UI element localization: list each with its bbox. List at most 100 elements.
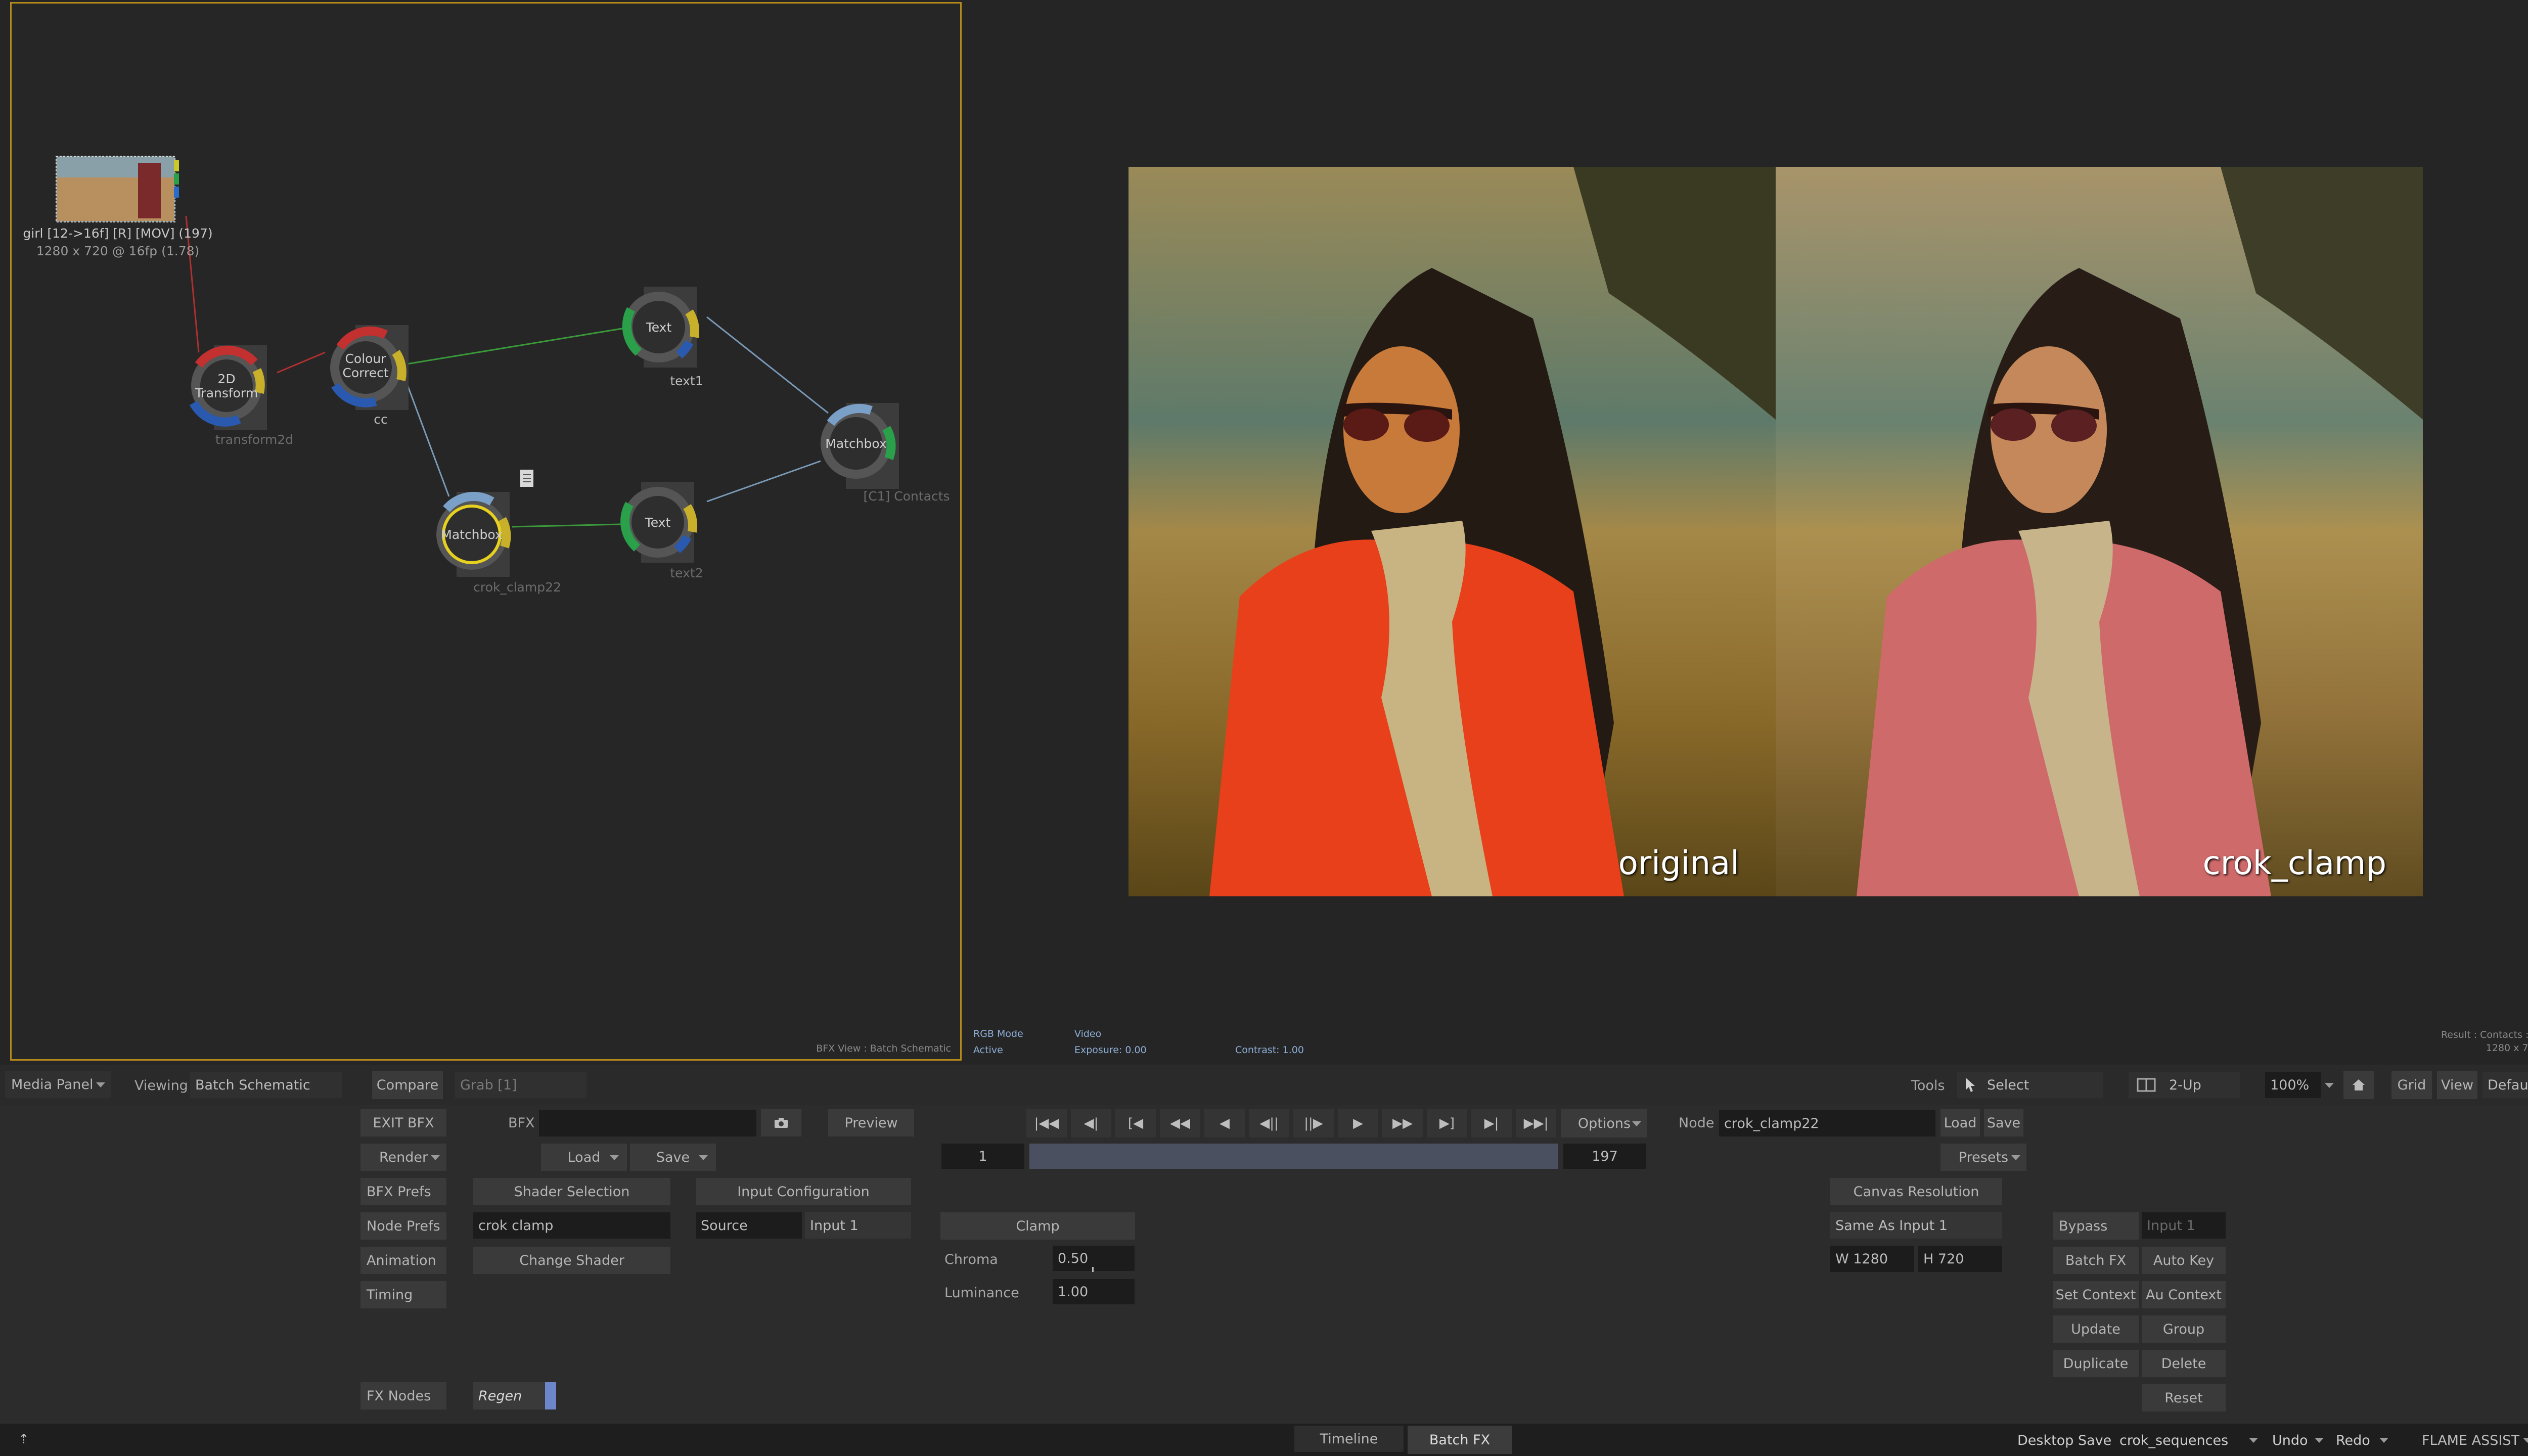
text2-node-name: text2 (670, 566, 703, 580)
step-back-icon[interactable]: ◀ (1204, 1109, 1245, 1138)
prev-key-icon[interactable]: ◀| (1071, 1109, 1111, 1138)
input1-field[interactable]: Input 1 (805, 1212, 911, 1239)
bfx-label: BFX (508, 1115, 535, 1131)
input-configuration-button[interactable]: Input Configuration (696, 1178, 911, 1205)
frame-start-field[interactable]: 1 (941, 1144, 1024, 1169)
undo-chevron-icon[interactable] (2315, 1438, 2324, 1443)
viewing-field[interactable]: Batch Schematic (190, 1072, 342, 1098)
next-key-icon[interactable]: ▶| (1471, 1109, 1512, 1138)
node-name-field[interactable]: crok_clamp22 (1719, 1110, 1935, 1136)
bottom-save-button[interactable]: Save (2078, 1433, 2111, 1448)
reset-button[interactable]: Reset (2142, 1384, 2226, 1412)
redo-chevron-icon[interactable] (2379, 1438, 2388, 1443)
media-panel-dropdown[interactable]: Media Panel (5, 1071, 111, 1098)
play-reverse-icon[interactable]: ◀|| (1249, 1109, 1289, 1138)
load-chevron-icon[interactable] (610, 1155, 619, 1160)
expand-arrow-icon[interactable]: ⇡ (18, 1432, 29, 1447)
same-as-input-field[interactable]: Same As Input 1 (1830, 1212, 2002, 1239)
shader-selection-button[interactable]: Shader Selection (473, 1178, 670, 1205)
pause-icon[interactable]: ||▶ (1293, 1109, 1334, 1138)
preview-button[interactable]: Preview (828, 1109, 914, 1136)
bfx-prefs-button[interactable]: BFX Prefs (360, 1178, 446, 1205)
exit-bfx-button[interactable]: EXIT BFX (360, 1109, 446, 1136)
prev-frame-key-icon[interactable]: ◀◀ (1160, 1109, 1200, 1138)
snapshot-button[interactable] (761, 1109, 801, 1136)
text1-label: Text (646, 320, 672, 335)
zoom-chevron-icon[interactable] (2325, 1083, 2334, 1088)
result-info: Result : Contacts : Context 1 (2441, 1029, 2528, 1040)
compare-button[interactable]: Compare (372, 1071, 443, 1099)
zoom-field[interactable]: 100% (2265, 1072, 2321, 1098)
au-context-button[interactable]: Au Context (2142, 1281, 2226, 1308)
timing-button[interactable]: Timing (360, 1281, 446, 1308)
set-context-button[interactable]: Set Context (2053, 1281, 2139, 1308)
contrast-status: Contrast: 1.00 (1235, 1044, 1304, 1056)
desktop-button[interactable]: Desktop (2017, 1433, 2073, 1448)
regen-indicator (545, 1382, 556, 1409)
animation-button[interactable]: Animation (360, 1247, 446, 1274)
batch-controls-panel: EXIT BFX Render BFX Prefs Node Prefs Ani… (0, 1105, 2528, 1424)
clip-thumbnail[interactable] (56, 156, 179, 222)
frame-end-field[interactable]: 197 (1563, 1144, 1646, 1169)
chroma-field[interactable]: 0.50 (1053, 1246, 1135, 1271)
timeline-scrubber[interactable] (1029, 1144, 1558, 1169)
regen-button[interactable]: Regen (473, 1382, 549, 1409)
bfx-field[interactable] (539, 1110, 756, 1136)
clamp-section-header: Clamp (940, 1212, 1135, 1240)
go-to-end-icon[interactable]: ▶▶| (1516, 1109, 1556, 1138)
play-icon[interactable]: ▶ (1338, 1109, 1378, 1138)
delete-button[interactable]: Delete (2142, 1350, 2226, 1377)
sequences-chevron-icon[interactable] (2249, 1438, 2258, 1443)
duplicate-button[interactable]: Duplicate (2053, 1350, 2139, 1377)
image-viewer[interactable]: original crok_clamp RGB Mode Active Vide… (963, 0, 2528, 1061)
node-load-button[interactable]: Load (1940, 1109, 1980, 1136)
height-field[interactable]: H 720 (1918, 1246, 2002, 1272)
shader-field[interactable]: crok clamp (473, 1212, 670, 1239)
update-button[interactable]: Update (2053, 1315, 2139, 1343)
timeline-tab[interactable]: Timeline (1294, 1426, 1404, 1452)
bypass-input-field[interactable]: Input 1 (2142, 1212, 2226, 1239)
group-button[interactable]: Group (2142, 1315, 2226, 1343)
options-chevron-icon[interactable] (1632, 1121, 1641, 1126)
rgb-mode-status: RGB Mode (973, 1028, 1023, 1039)
view-default-field[interactable]: Default (2482, 1072, 2528, 1098)
next-mark-icon[interactable]: ▶] (1427, 1109, 1467, 1138)
batch-fx-tab[interactable]: Batch FX (1408, 1426, 1512, 1454)
next-frame-key-icon[interactable]: ▶▶ (1382, 1109, 1423, 1138)
width-field[interactable]: W 1280 (1830, 1246, 1914, 1272)
redo-button[interactable]: Redo (2336, 1433, 2370, 1448)
colour-node-name: cc (374, 412, 388, 427)
source-field[interactable]: Source (696, 1212, 802, 1239)
transform-label-line2: Transform (195, 386, 258, 400)
node-prefs-button[interactable]: Node Prefs (360, 1212, 446, 1240)
matchbox-a-label: Matchbox (441, 527, 503, 542)
transform-node-name: transform2d (215, 432, 294, 447)
bottom-status-bar: ⇡ Timeline Batch FX Desktop Save crok_se… (0, 1424, 2528, 1456)
note-document-icon[interactable] (520, 470, 533, 487)
node-label: Node (1679, 1115, 1714, 1131)
view-button[interactable]: View (2437, 1071, 2477, 1099)
batch-fx-button[interactable]: Batch FX (2053, 1247, 2139, 1274)
undo-button[interactable]: Undo (2272, 1433, 2308, 1448)
save-chevron-icon[interactable] (699, 1155, 708, 1160)
grab-field[interactable]: Grab [1] (455, 1072, 586, 1098)
auto-key-button[interactable]: Auto Key (2142, 1247, 2226, 1274)
fx-nodes-button[interactable]: FX Nodes (360, 1382, 446, 1409)
text1-node-name: text1 (670, 374, 703, 388)
prev-mark-icon[interactable]: [◀ (1115, 1109, 1156, 1138)
app-menu-chevron-icon[interactable] (2523, 1438, 2528, 1443)
presets-chevron-icon[interactable] (2011, 1155, 2020, 1160)
change-shader-button[interactable]: Change Shader (473, 1247, 670, 1274)
bypass-button[interactable]: Bypass (2053, 1212, 2139, 1240)
chroma-slider-tick (1092, 1267, 1094, 1272)
batch-schematic-panel[interactable]: girl [12->16f] [R] [MOV] (197) 1280 x 72… (10, 2, 962, 1061)
canvas-resolution-button[interactable]: Canvas Resolution (1830, 1178, 2002, 1205)
go-to-start-icon[interactable]: |◀◀ (1026, 1109, 1067, 1138)
render-chevron-icon[interactable] (431, 1155, 440, 1160)
sequences-dropdown[interactable]: crok_sequences (2119, 1433, 2228, 1448)
home-button[interactable] (2343, 1071, 2374, 1099)
node-save-button[interactable]: Save (1984, 1109, 2023, 1136)
grid-button[interactable]: Grid (2391, 1071, 2432, 1099)
luminance-field[interactable]: 1.00 (1053, 1279, 1135, 1304)
schematic-footer: BFX View : Batch Schematic (816, 1043, 951, 1054)
